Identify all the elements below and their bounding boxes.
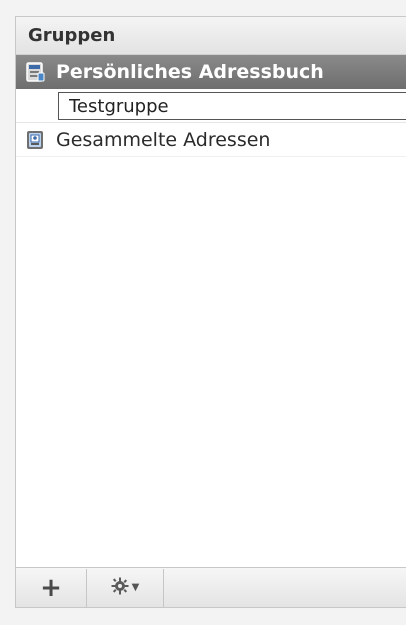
groups-panel: Gruppen Persönliches Adressbuch Testgrup… xyxy=(15,16,406,608)
addressbook-icon xyxy=(24,61,46,83)
addressbook-label: Persönliches Adressbuch xyxy=(56,61,324,83)
chevron-down-icon: ▼ xyxy=(131,582,140,593)
addressbook-item-personal[interactable]: Persönliches Adressbuch xyxy=(16,55,406,89)
group-options-button[interactable]: ▼ xyxy=(87,568,164,607)
panel-footer: + ▼ xyxy=(16,567,406,607)
panel-title: Gruppen xyxy=(16,17,406,55)
addressbook-label: Gesammelte Adressen xyxy=(56,128,271,151)
gear-icon xyxy=(111,577,129,599)
collected-addresses-icon xyxy=(24,129,46,151)
addressbook-item-collected[interactable]: Gesammelte Adressen xyxy=(16,123,406,157)
new-group-row xyxy=(16,89,406,123)
add-group-button[interactable]: + xyxy=(16,568,87,607)
new-group-input[interactable] xyxy=(58,92,406,120)
